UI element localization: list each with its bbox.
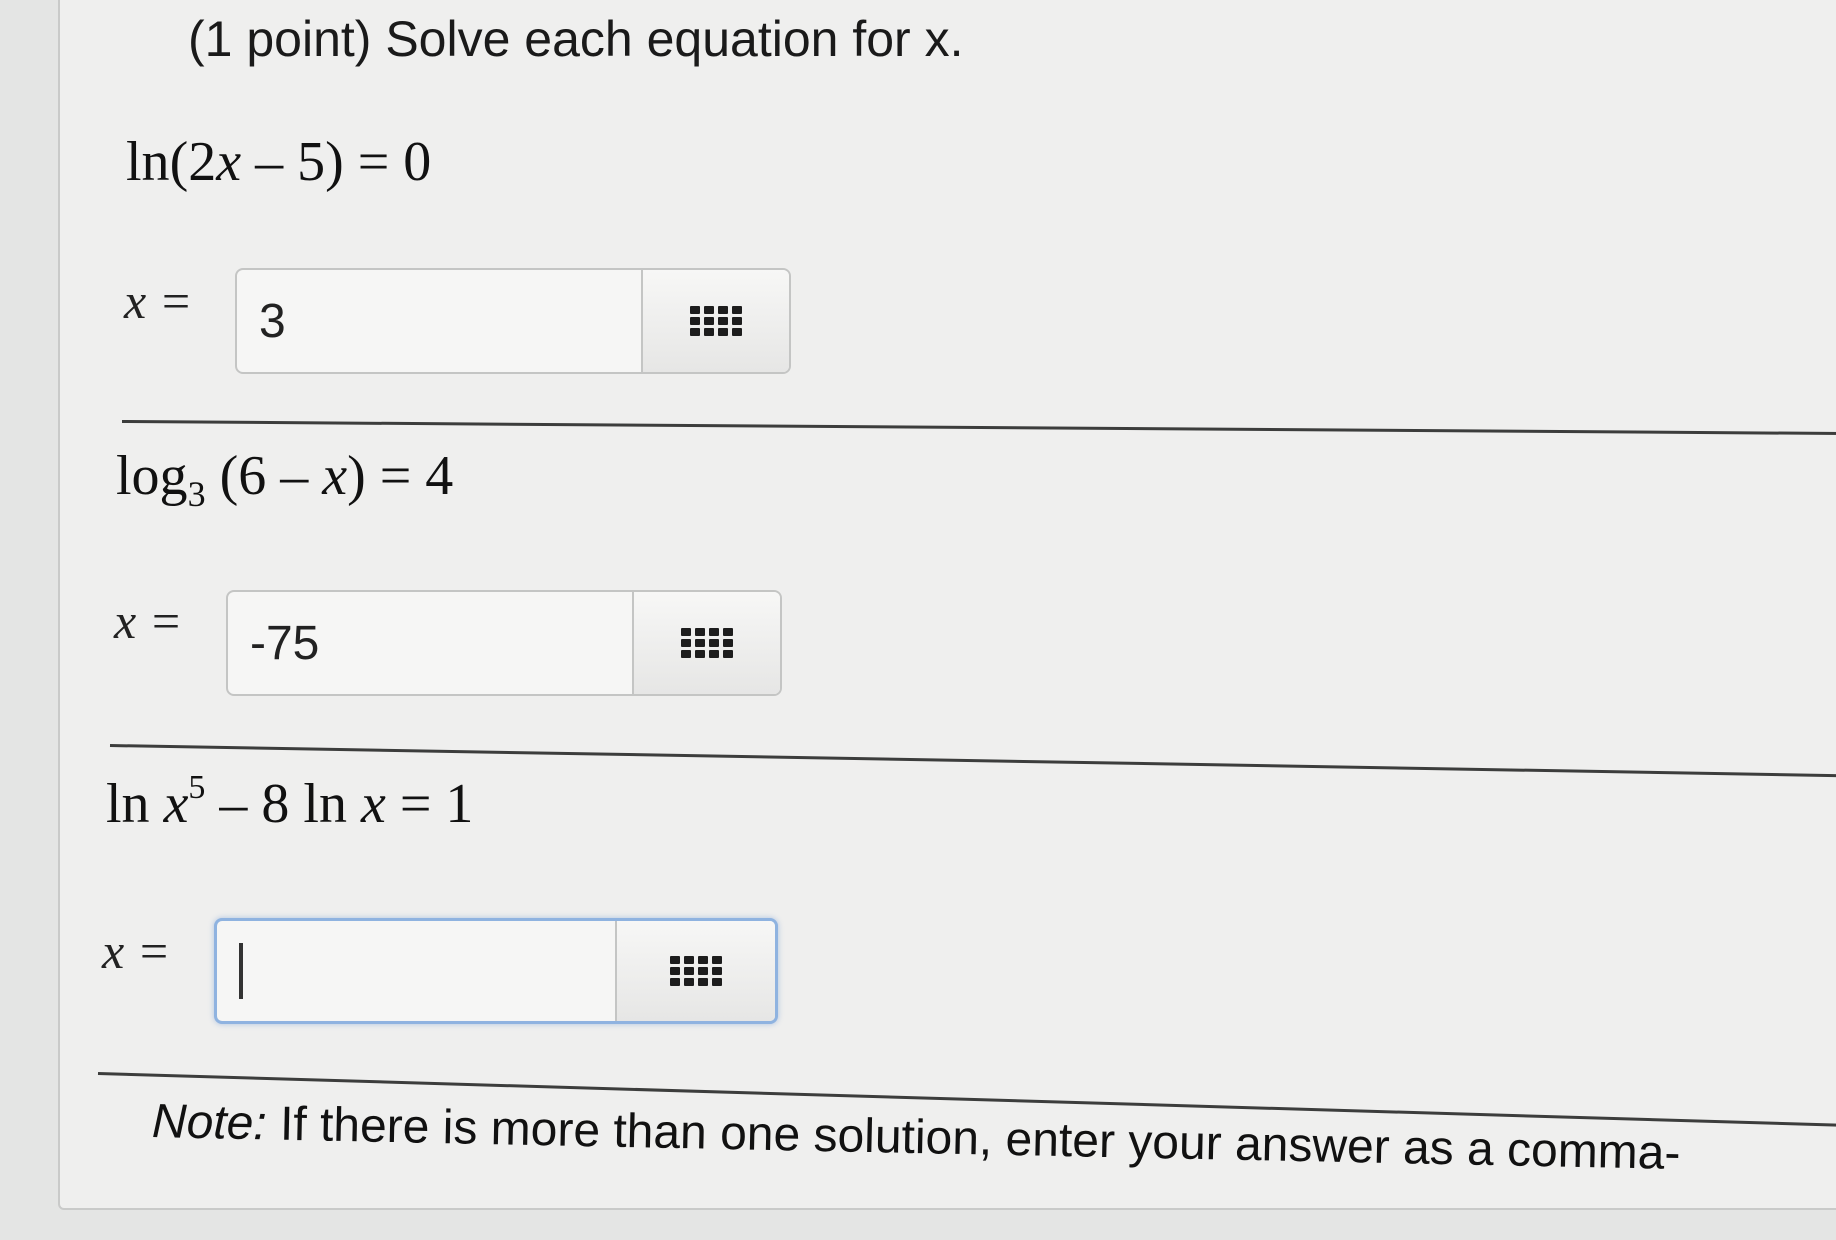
answer-label-1: x =	[124, 272, 192, 330]
eq2-var: x	[322, 445, 348, 507]
eq2-rest: ) = 4	[347, 445, 454, 507]
answer-label-2-text: x =	[114, 593, 183, 649]
eq3-fn: ln	[106, 773, 164, 835]
answer-label-3: x =	[102, 922, 170, 980]
eq1-arg: (2	[169, 131, 217, 193]
equation-palette-grid-icon	[681, 628, 733, 658]
equation-palette-grid-icon	[690, 306, 742, 336]
equation-2: log3 (6 – x) = 4	[116, 444, 454, 512]
eq2-fn: log	[116, 445, 188, 507]
answer-input-3[interactable]	[217, 921, 615, 1021]
eq1-rest: – 5) = 0	[241, 131, 432, 193]
eq2-base: 3	[187, 474, 206, 514]
answer-input-1[interactable]	[237, 270, 641, 372]
problem-panel: (1 point) Solve each equation for x. ln(…	[58, 0, 1836, 1210]
eq3-rest: – 8 ln	[205, 773, 361, 835]
answer-input-3-wrap	[217, 921, 615, 1021]
answer-label-2: x =	[114, 592, 182, 650]
equation-1: ln(2x – 5) = 0	[126, 130, 431, 194]
eq3-rest2: = 1	[385, 773, 474, 835]
eq3-var: x	[163, 773, 189, 835]
answer-box-2	[226, 590, 782, 696]
answer-input-2[interactable]	[228, 592, 632, 694]
note-text: Note: If there is more than one solution…	[151, 1094, 1681, 1181]
note-body: If there is more than one solution, ente…	[266, 1097, 1681, 1181]
eq3-exp: 5	[188, 769, 206, 806]
equation-palette-button-2[interactable]	[632, 592, 780, 694]
equation-palette-button-3[interactable]	[615, 921, 775, 1021]
problem-header: (1 point) Solve each equation for x.	[188, 11, 964, 67]
eq2-arg: (6 –	[205, 445, 323, 507]
eq1-fn: ln	[126, 131, 170, 193]
answer-box-1	[235, 268, 791, 374]
equation-3: ln x5 – 8 ln x = 1	[106, 769, 474, 836]
text-cursor	[239, 943, 243, 999]
eq1-var: x	[216, 131, 242, 193]
answer-label-3-text: x =	[102, 923, 171, 979]
answer-label-1-text: x =	[124, 273, 193, 329]
eq3-var2: x	[360, 773, 386, 835]
divider-1	[121, 420, 1836, 436]
answer-box-3	[214, 918, 778, 1024]
equation-palette-button-1[interactable]	[641, 270, 789, 372]
note-label: Note:	[151, 1095, 268, 1151]
equation-palette-grid-icon	[670, 956, 722, 986]
